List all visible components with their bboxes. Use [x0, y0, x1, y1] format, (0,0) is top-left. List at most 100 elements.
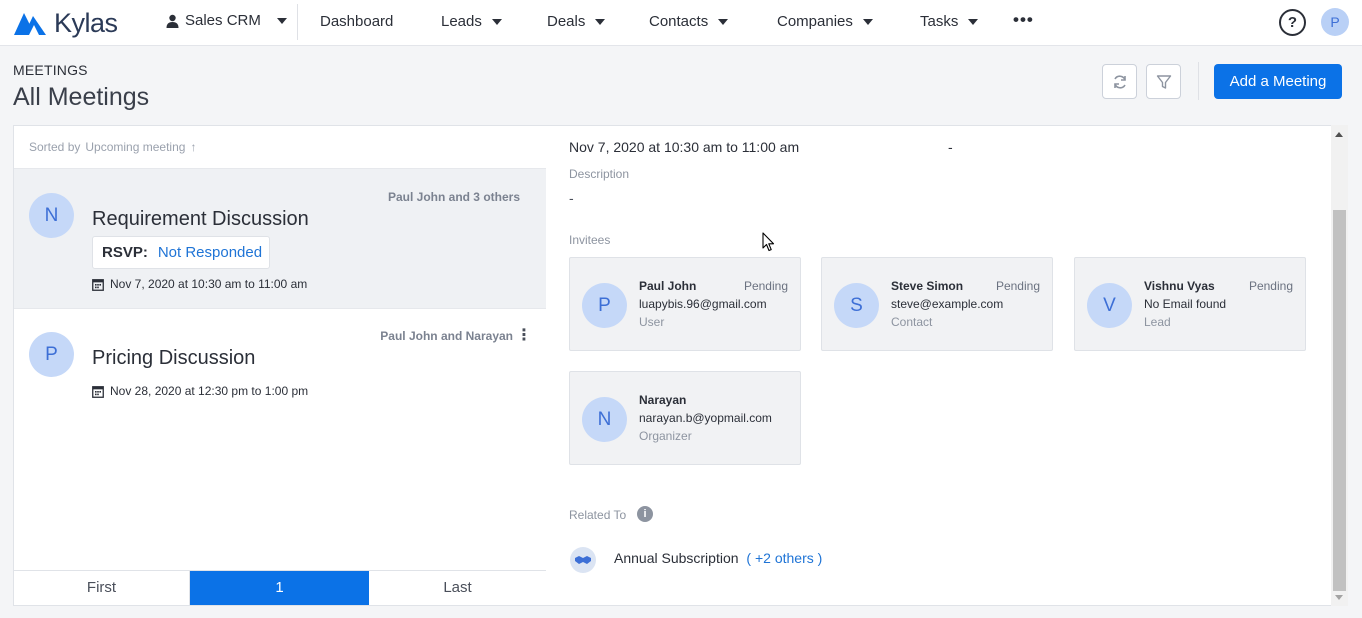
handshake-icon [570, 547, 596, 573]
chevron-down-icon [595, 18, 606, 25]
invitee-card[interactable]: S Steve Simon Pending steve@example.com … [821, 257, 1053, 351]
info-icon[interactable]: i [637, 506, 653, 522]
invitee-role: Contact [891, 315, 933, 329]
meeting-participants: Paul John and 3 others [387, 190, 520, 204]
invitee-role: Lead [1144, 315, 1171, 329]
meeting-date: Nov 28, 2020 at 12:30 pm to 1:00 pm [92, 384, 308, 398]
invitee-avatar: P [582, 283, 627, 328]
page-eyebrow: MEETINGS [13, 62, 88, 78]
nav-contacts[interactable]: Contacts [649, 13, 729, 30]
scroll-down-arrow-icon[interactable] [1335, 595, 1343, 600]
user-icon [166, 14, 179, 28]
invitee-name: Paul John [639, 279, 697, 293]
meeting-title: Pricing Discussion [92, 347, 256, 369]
invitee-role: User [639, 315, 665, 329]
chevron-down-icon [968, 18, 979, 25]
invitee-email: steve@example.com [891, 297, 1004, 311]
description-value: - [569, 190, 574, 206]
kebab-menu-icon[interactable]: ⋮ [516, 325, 532, 345]
filter-icon [1156, 74, 1171, 89]
invitee-card[interactable]: P Paul John Pending luapybis.96@gmail.co… [569, 257, 801, 351]
chevron-down-icon [862, 18, 873, 25]
user-avatar[interactable]: P [1321, 8, 1349, 36]
invitees-label: Invitees [569, 233, 611, 247]
filter-button[interactable] [1146, 64, 1181, 99]
meeting-list-item[interactable]: N Requirement Discussion Paul John and 3… [14, 169, 546, 308]
invitee-name: Narayan [639, 393, 687, 407]
meeting-date: Nov 7, 2020 at 10:30 am to 11:00 am [92, 277, 307, 291]
detail-scrollbar[interactable] [1331, 125, 1348, 606]
page-title: All Meetings [13, 83, 150, 111]
invitee-status: Pending [743, 279, 788, 293]
invitee-card[interactable]: V Vishnu Vyas Pending No Email found Lea… [1074, 257, 1306, 351]
nav-companies-label: Companies [777, 13, 853, 30]
nav-dashboard-label: Dashboard [320, 13, 394, 30]
chevron-down-icon [276, 17, 287, 24]
nav-divider [297, 4, 298, 40]
kylas-logo-icon [14, 13, 46, 35]
nav-contacts-label: Contacts [649, 13, 709, 30]
current-page-button[interactable]: 1 [190, 571, 369, 605]
meeting-location: - [948, 139, 953, 155]
sort-arrow-icon: ↑ [190, 140, 197, 154]
kylas-logo[interactable]: Kylas [12, 8, 118, 38]
calendar-icon [92, 278, 104, 291]
meeting-title: Requirement Discussion [92, 208, 309, 230]
description-label: Description [569, 167, 630, 181]
nav-dashboard[interactable]: Dashboard [320, 13, 393, 30]
nav-companies[interactable]: Companies [777, 13, 873, 30]
scroll-up-arrow-icon[interactable] [1335, 132, 1343, 137]
invitee-name: Vishnu Vyas [1144, 279, 1215, 293]
meeting-list-panel: Sorted by Upcoming meeting ↑ N Requireme… [13, 125, 547, 606]
meeting-list-item[interactable]: P Pricing Discussion Paul John and Naray… [14, 308, 546, 418]
app-switcher[interactable]: Sales CRM [166, 12, 287, 29]
related-entity-name: Annual Subscription [614, 550, 739, 566]
invitee-avatar: S [834, 283, 879, 328]
invitee-status: Pending [995, 279, 1040, 293]
add-meeting-button[interactable]: Add a Meeting [1214, 64, 1342, 99]
header-divider [1198, 62, 1199, 100]
refresh-button[interactable] [1102, 64, 1137, 99]
meeting-date-text: Nov 28, 2020 at 12:30 pm to 1:00 pm [110, 384, 309, 398]
help-button[interactable]: ? [1279, 9, 1306, 36]
app-switcher-label: Sales CRM [185, 12, 261, 29]
meeting-detail-panel: Nov 7, 2020 at 10:30 am to 11:00 am - De… [546, 125, 1348, 606]
nav-leads[interactable]: Leads [441, 13, 502, 30]
nav-deals[interactable]: Deals [547, 13, 606, 30]
related-to-label: Related To [569, 508, 627, 522]
nav-tasks[interactable]: Tasks [920, 13, 979, 30]
sort-bar[interactable]: Sorted by Upcoming meeting ↑ [14, 126, 546, 169]
chevron-down-icon [718, 18, 729, 25]
nav-leads-label: Leads [441, 13, 482, 30]
nav-tasks-label: Tasks [920, 13, 959, 30]
invitee-email: luapybis.96@gmail.com [639, 297, 767, 311]
rsvp-status[interactable]: Not Responded [158, 244, 262, 261]
top-navbar: Kylas Sales CRM Dashboard Leads Deals Co… [0, 0, 1362, 46]
invitee-card[interactable]: N Narayan narayan.b@yopmail.com Organize… [569, 371, 801, 465]
chevron-down-icon [491, 18, 502, 25]
invitee-role: Organizer [639, 429, 692, 443]
refresh-icon [1113, 74, 1126, 89]
related-entity[interactable]: Annual Subscription ( +2 others ) [614, 550, 822, 566]
invitee-email: narayan.b@yopmail.com [639, 411, 772, 425]
nav-deals-label: Deals [547, 13, 586, 30]
meeting-avatar: N [29, 193, 74, 238]
meeting-avatar: P [29, 332, 74, 377]
rsvp-label: RSVP: [102, 244, 148, 261]
last-page-button[interactable]: Last [369, 571, 546, 605]
meeting-date-text: Nov 7, 2020 at 10:30 am to 11:00 am [110, 277, 308, 291]
more-menu-icon[interactable]: ••• [1013, 10, 1034, 30]
calendar-icon [92, 385, 104, 398]
pagination: First 1 Last [14, 570, 546, 605]
meeting-participants: Paul John and Narayan [380, 329, 513, 343]
meeting-time: Nov 7, 2020 at 10:30 am to 11:00 am [569, 139, 800, 155]
related-others-link[interactable]: ( +2 others ) [746, 550, 822, 566]
sort-field: Upcoming meeting [85, 140, 186, 154]
scrollbar-thumb[interactable] [1333, 210, 1346, 591]
mouse-cursor-icon [762, 232, 775, 252]
invitee-name: Steve Simon [891, 279, 964, 293]
first-page-button[interactable]: First [14, 571, 190, 605]
rsvp-badge[interactable]: RSVP: Not Responded [92, 236, 270, 269]
invitee-status: Pending [1248, 279, 1293, 293]
sort-prefix: Sorted by [29, 140, 81, 154]
